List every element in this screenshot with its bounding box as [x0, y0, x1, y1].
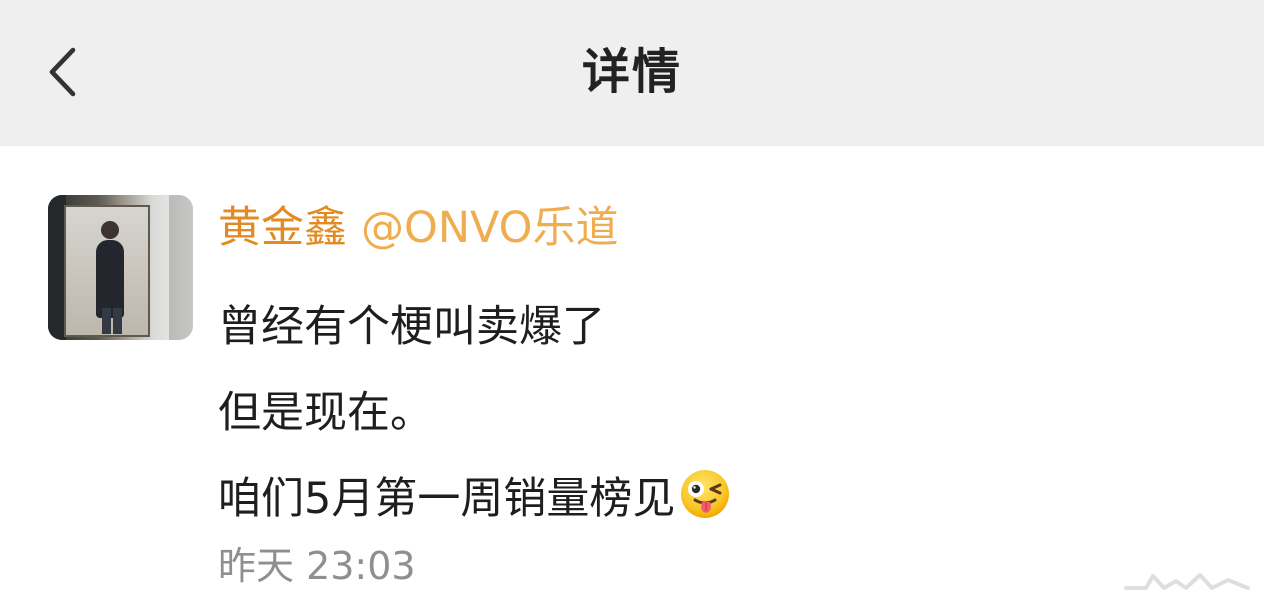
post-line-3: 咱们5月第一周销量榜见 [218, 456, 1018, 542]
mention-link[interactable]: @ONVO乐道 [361, 200, 619, 256]
page-title: 详情 [581, 44, 682, 100]
avatar-photo-shadow [169, 195, 193, 340]
avatar[interactable] [48, 195, 193, 340]
winking-tongue-face-icon [681, 470, 730, 518]
post-timestamp: 昨天 23:03 [218, 544, 416, 588]
watermark-pattern [1118, 567, 1256, 597]
top-navigation-bar: 详情 [0, 0, 1264, 146]
post-line-3-text: 咱们5月第一周销量榜见 [218, 474, 676, 524]
post-content: 曾经有个梗叫卖爆了 但是现在。 咱们5月第一周销量榜见 [218, 284, 1018, 542]
weibo-detail-page: 详情 黄金鑫 @ONVO乐道 曾经有个梗叫卖爆了 但是现在。 咱们5月第一周销量… [0, 0, 1264, 605]
avatar-photo-person-leg-right [113, 308, 122, 334]
author-name[interactable]: 黄金鑫 [218, 200, 347, 256]
post-line-1: 曾经有个梗叫卖爆了 [218, 302, 605, 352]
avatar-photo-person-leg-left [102, 308, 111, 334]
avatar-photo-person-body [96, 240, 124, 318]
watermark-image [1118, 567, 1256, 597]
author-row: 黄金鑫 @ONVO乐道 [218, 200, 619, 256]
post-line-2: 但是现在。 [218, 388, 433, 438]
post-card: 黄金鑫 @ONVO乐道 曾经有个梗叫卖爆了 但是现在。 咱们5月第一周销量榜见 [0, 146, 1264, 605]
avatar-photo-person-head [101, 221, 119, 239]
